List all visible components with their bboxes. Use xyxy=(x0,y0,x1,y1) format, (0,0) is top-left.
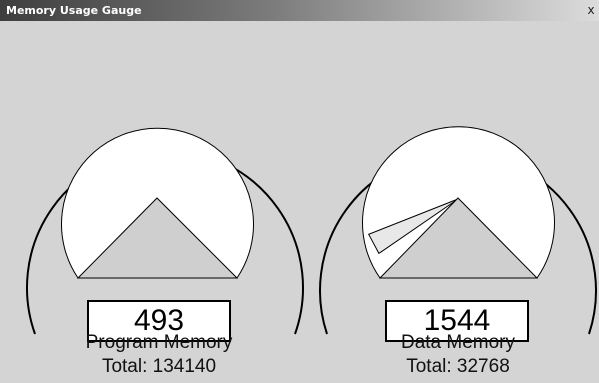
gauge-panel: 493 1544 Program Memory Total: 134140 Da… xyxy=(0,21,599,383)
title-bar[interactable]: Memory Usage Gauge x xyxy=(0,0,599,21)
program-memory-total: Total: 134140 xyxy=(101,356,217,377)
window-title: Memory Usage Gauge xyxy=(6,4,142,17)
close-button[interactable]: x xyxy=(583,0,599,21)
data-memory-label: Data Memory xyxy=(400,332,516,353)
app-window: Memory Usage Gauge x 493 1544 Program Me… xyxy=(0,0,599,383)
data-memory-total: Total: 32768 xyxy=(406,356,510,377)
program-memory-label: Program Memory xyxy=(85,332,233,353)
